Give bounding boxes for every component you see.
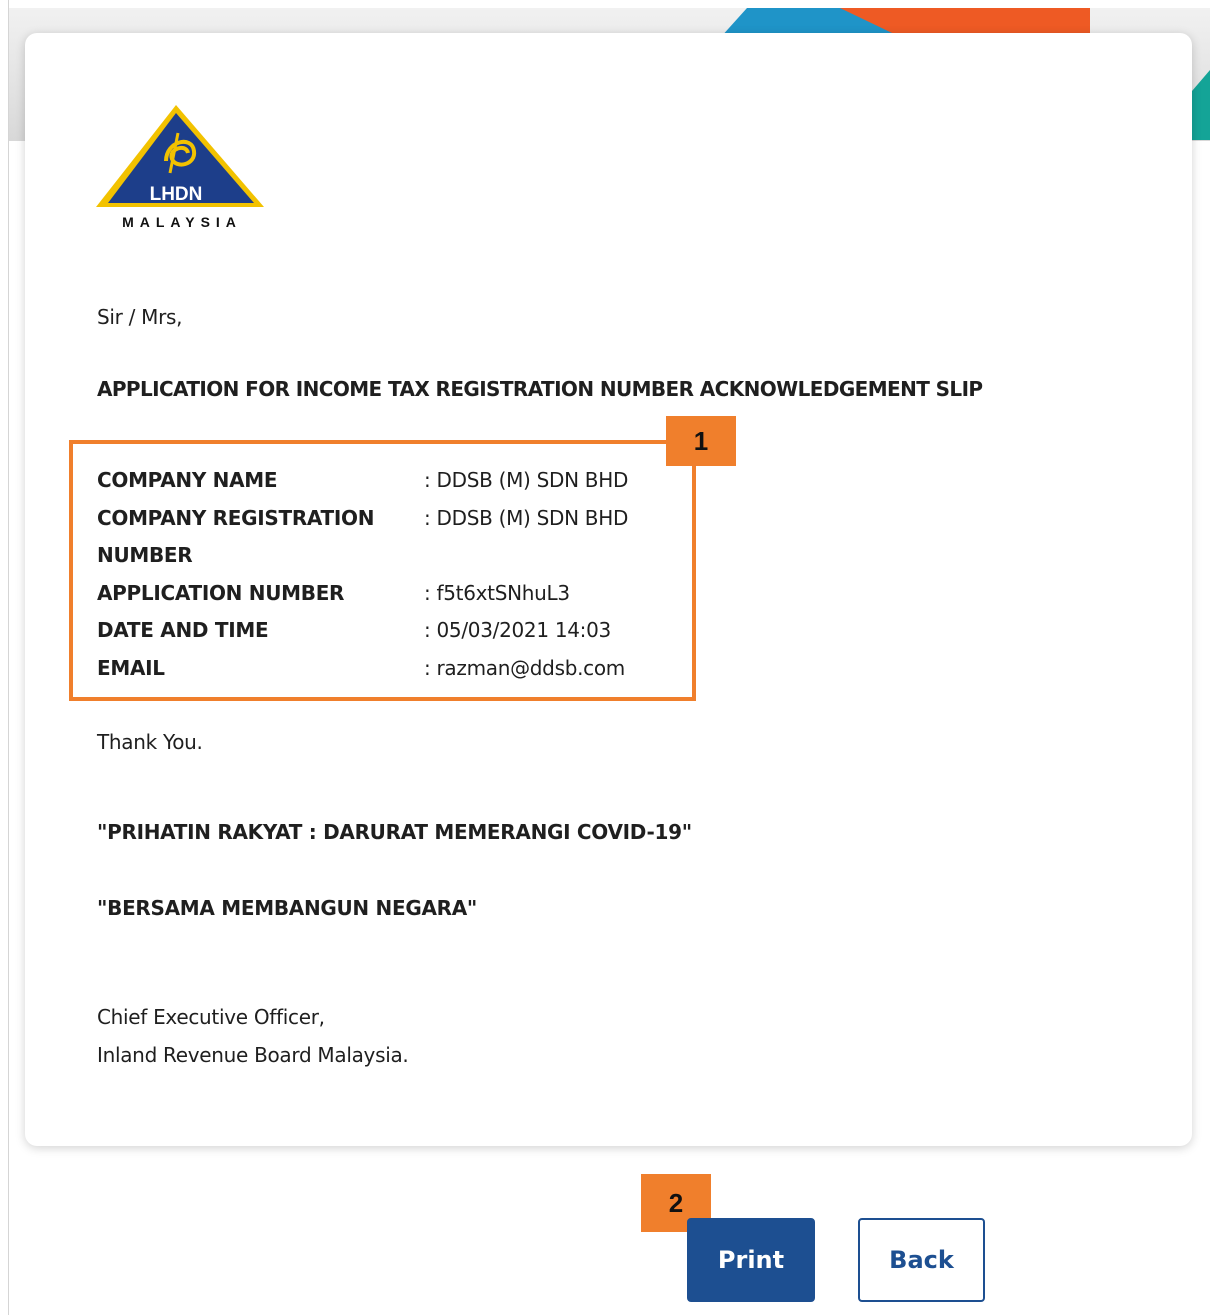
svg-text:MALAYSIA: MALAYSIA xyxy=(122,214,242,230)
thank-you-text: Thank You. xyxy=(97,730,203,754)
salutation: Sir / Mrs, xyxy=(97,305,183,329)
company-registration-value: : DDSB (M) SDN BHD xyxy=(424,506,629,530)
company-name-label: COMPANY NAME xyxy=(97,468,278,492)
page: LHDN MALAYSIA Sir / Mrs, APPLICATION FOR… xyxy=(0,0,1210,1315)
print-button[interactable]: Print xyxy=(687,1218,815,1302)
application-number-label: APPLICATION NUMBER xyxy=(97,581,345,605)
page-title: APPLICATION FOR INCOME TAX REGISTRATION … xyxy=(97,377,983,401)
step-marker-1: 1 xyxy=(666,416,736,466)
signature-organization: Inland Revenue Board Malaysia. xyxy=(97,1043,409,1067)
company-name-value: : DDSB (M) SDN BHD xyxy=(424,468,629,492)
company-registration-label-line2: NUMBER xyxy=(97,543,193,567)
date-time-label: DATE AND TIME xyxy=(97,618,269,642)
email-label: EMAIL xyxy=(97,656,165,680)
slogan-covid: "PRIHATIN RAKYAT : DARURAT MEMERANGI COV… xyxy=(97,820,692,844)
page-edge-divider xyxy=(8,0,9,1315)
company-registration-label: COMPANY REGISTRATION xyxy=(97,506,375,530)
email-value: : razman@ddsb.com xyxy=(424,656,625,680)
svg-text:LHDN: LHDN xyxy=(150,184,203,205)
application-number-value: : f5t6xtSNhuL3 xyxy=(424,581,570,605)
date-time-value: : 05/03/2021 14:03 xyxy=(424,618,611,642)
back-button[interactable]: Back xyxy=(858,1218,985,1302)
signature-title: Chief Executive Officer, xyxy=(97,1005,325,1029)
slogan-negara: "BERSAMA MEMBANGUN NEGARA" xyxy=(97,896,478,920)
lhdn-logo: LHDN MALAYSIA xyxy=(96,103,274,233)
